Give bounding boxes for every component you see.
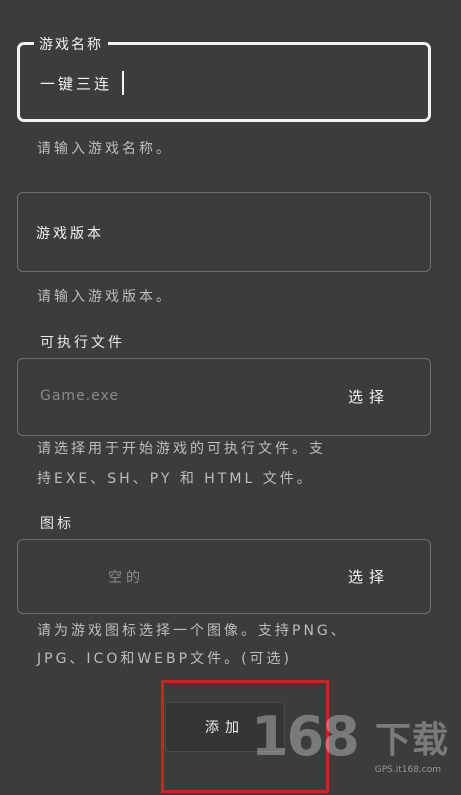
game-name-hint: 请输入游戏名称。 — [37, 141, 173, 157]
icon-hint-line1: 请为游戏图标选择一个图像。支持PNG、 — [37, 623, 348, 639]
executable-select-button[interactable]: 选择 — [348, 386, 390, 407]
icon-select-button[interactable]: 选择 — [348, 566, 390, 587]
executable-section-label: 可执行文件 — [40, 335, 125, 351]
game-name-field[interactable]: 游戏名称 一键三连 — [17, 34, 431, 122]
icon-input[interactable]: 空的 — [108, 567, 144, 587]
executable-hint-line1: 请选择用于开始游戏的可执行文件。支 — [37, 441, 326, 457]
text-caret — [122, 71, 124, 95]
game-version-input[interactable]: 游戏版本 — [36, 223, 104, 243]
icon-section-label: 图标 — [40, 516, 74, 532]
watermark-url: GPS.it168.com — [374, 765, 441, 775]
executable-input[interactable]: Game.exe — [40, 388, 119, 404]
icon-field[interactable]: 空的 选择 — [17, 539, 431, 614]
game-version-hint: 请输入游戏版本。 — [37, 289, 173, 305]
icon-hint-line2: JPG、ICO和WEBP文件。(可选) — [37, 651, 293, 667]
game-name-input[interactable]: 一键三连 — [40, 73, 112, 94]
watermark-digits: 168 — [251, 705, 360, 768]
game-name-label: 游戏名称 — [34, 34, 108, 54]
executable-field[interactable]: Game.exe 选择 — [17, 358, 431, 436]
game-version-field[interactable]: 游戏版本 — [17, 192, 431, 272]
executable-hint-line2: 持EXE、SH、PY 和 HTML 文件。 — [37, 471, 314, 487]
watermark-text: 下载 — [374, 720, 449, 761]
site-watermark: 168 下载 GPS.it168.com — [251, 705, 449, 775]
add-game-form: 游戏名称 一键三连 请输入游戏名称。 游戏版本 请输入游戏版本。 可执行文件 G… — [0, 0, 461, 795]
